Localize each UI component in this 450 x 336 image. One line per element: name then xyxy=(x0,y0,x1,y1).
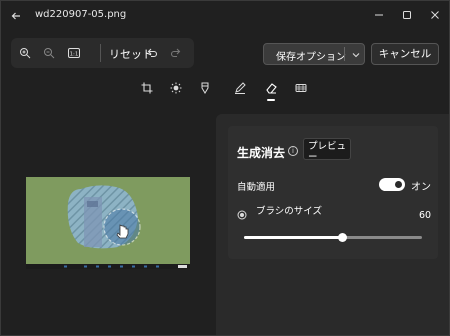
minimize-button[interactable] xyxy=(365,5,393,25)
close-icon xyxy=(431,11,439,19)
slider-thumb[interactable] xyxy=(338,233,347,242)
zoom-in-icon xyxy=(20,48,31,59)
chevron-down-icon[interactable] xyxy=(349,47,363,61)
toggle-state-label: オン xyxy=(411,182,431,193)
auto-apply-toggle[interactable] xyxy=(379,178,405,191)
svg-text:1:1: 1:1 xyxy=(70,51,79,57)
brush-size-slider[interactable] xyxy=(244,233,422,242)
crop-icon[interactable] xyxy=(140,81,154,95)
zoom-in-button[interactable] xyxy=(15,43,35,63)
toolbar-divider xyxy=(100,44,101,62)
draw-icon[interactable] xyxy=(233,81,247,95)
brush-size-icon xyxy=(237,210,247,220)
app-window: wd220907-05.png 1:1 リセット 保存オプション キャンセル 生… xyxy=(0,0,450,336)
zoom-out-button[interactable] xyxy=(39,43,59,63)
save-options-button[interactable]: 保存オプション xyxy=(263,43,365,65)
info-icon[interactable]: i xyxy=(288,146,298,156)
redo-button[interactable] xyxy=(166,43,186,63)
brush-size-label: ブラシのサイズ xyxy=(256,206,323,217)
brightness-icon[interactable] xyxy=(169,81,183,95)
zoom-toolbar: 1:1 リセット xyxy=(11,38,194,68)
erase-icon[interactable] xyxy=(264,81,278,95)
undo-icon xyxy=(147,48,158,58)
markup-icon[interactable] xyxy=(198,81,212,95)
maximize-icon xyxy=(403,11,411,19)
preview-image xyxy=(26,177,190,269)
close-button[interactable] xyxy=(421,5,449,25)
back-arrow-icon xyxy=(11,12,20,20)
preview-button[interactable]: プレビュー xyxy=(303,138,351,160)
redo-icon xyxy=(170,48,181,58)
undo-button[interactable] xyxy=(142,43,162,63)
maximize-button[interactable] xyxy=(393,5,421,25)
title-bar: wd220907-05.png xyxy=(1,1,449,31)
back-button[interactable] xyxy=(7,7,25,25)
actual-size-icon: 1:1 xyxy=(68,48,80,58)
window-title: wd220907-05.png xyxy=(35,9,127,20)
slider-fill xyxy=(244,236,342,239)
save-options-divider xyxy=(344,47,345,61)
filter-icon[interactable] xyxy=(294,81,308,95)
actual-size-button[interactable]: 1:1 xyxy=(64,43,84,63)
zoom-out-icon xyxy=(44,48,55,59)
panel-title: 生成消去 xyxy=(237,146,286,160)
cancel-button[interactable]: キャンセル xyxy=(371,43,439,65)
toggle-knob xyxy=(395,181,402,188)
minimize-icon xyxy=(375,14,383,16)
auto-apply-label: 自動適用 xyxy=(237,182,276,193)
active-mode-indicator xyxy=(267,99,275,101)
save-options-label: 保存オプション xyxy=(276,52,346,63)
image-canvas[interactable] xyxy=(26,177,190,269)
brush-size-value: 60 xyxy=(419,210,432,221)
